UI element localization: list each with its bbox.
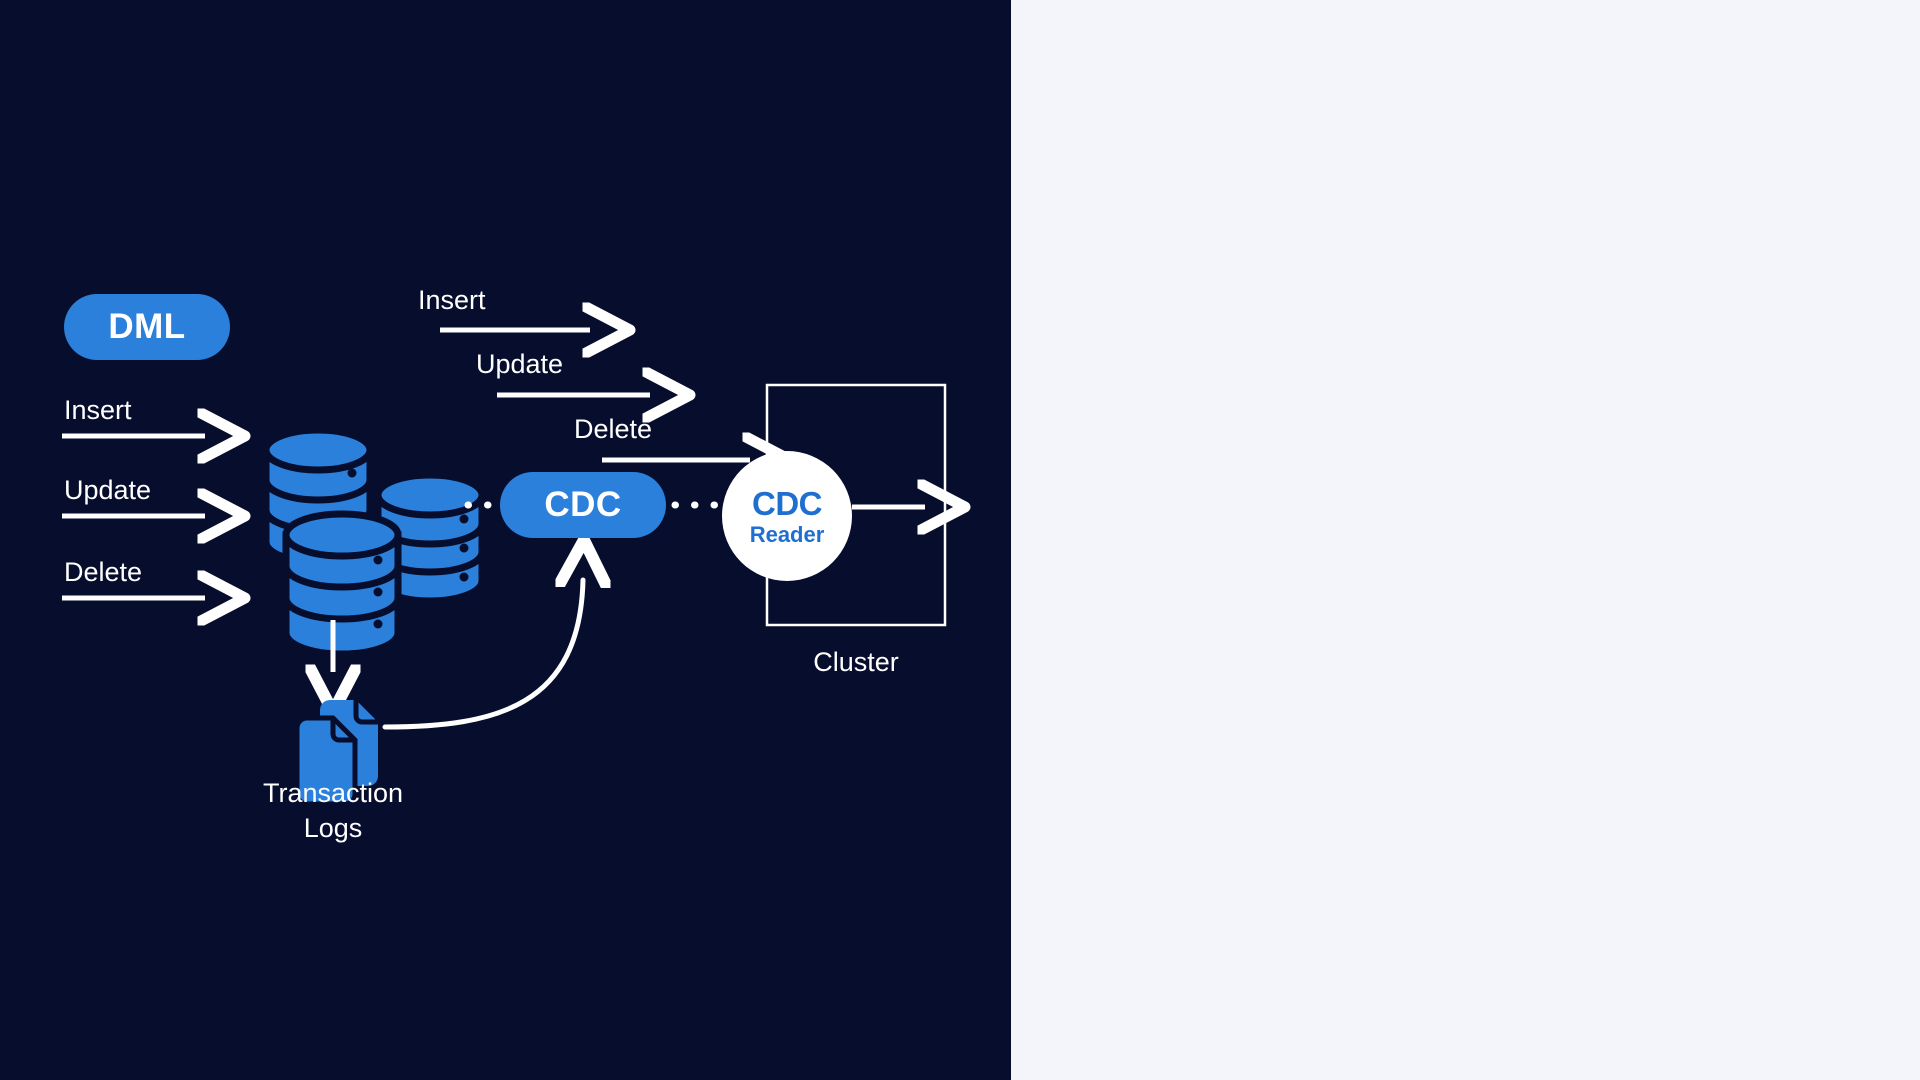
cdc-reader-title: CDC xyxy=(752,484,823,522)
diagram-panel: DML Insert Update Delete Insert Update D… xyxy=(0,0,1011,1080)
dml-operation-label-delete: Delete xyxy=(64,557,143,587)
slide: DML Insert Update Delete Insert Update D… xyxy=(0,0,1920,1080)
dml-operation-label-insert: Insert xyxy=(64,395,132,425)
cluster-label: Cluster xyxy=(813,647,899,677)
dml-operation-label-update: Update xyxy=(64,475,152,505)
content-panel: The Complexity with Database Change Stre… xyxy=(1011,0,1920,1080)
change-event-label-update: Update xyxy=(476,349,564,379)
cdc-reader-subtitle: Reader xyxy=(749,521,825,547)
change-event-label-delete: Delete xyxy=(574,414,653,444)
change-event-label-insert: Insert xyxy=(418,285,486,315)
database-stack-icon xyxy=(262,426,486,658)
dml-pill: DML xyxy=(64,294,230,360)
transaction-logs-label: Transaction Logs xyxy=(262,778,404,844)
diagram-graphics xyxy=(62,0,1011,807)
cdc-pill: CDC xyxy=(500,472,666,538)
cdc-reader-node: CDC Reader xyxy=(722,451,852,581)
